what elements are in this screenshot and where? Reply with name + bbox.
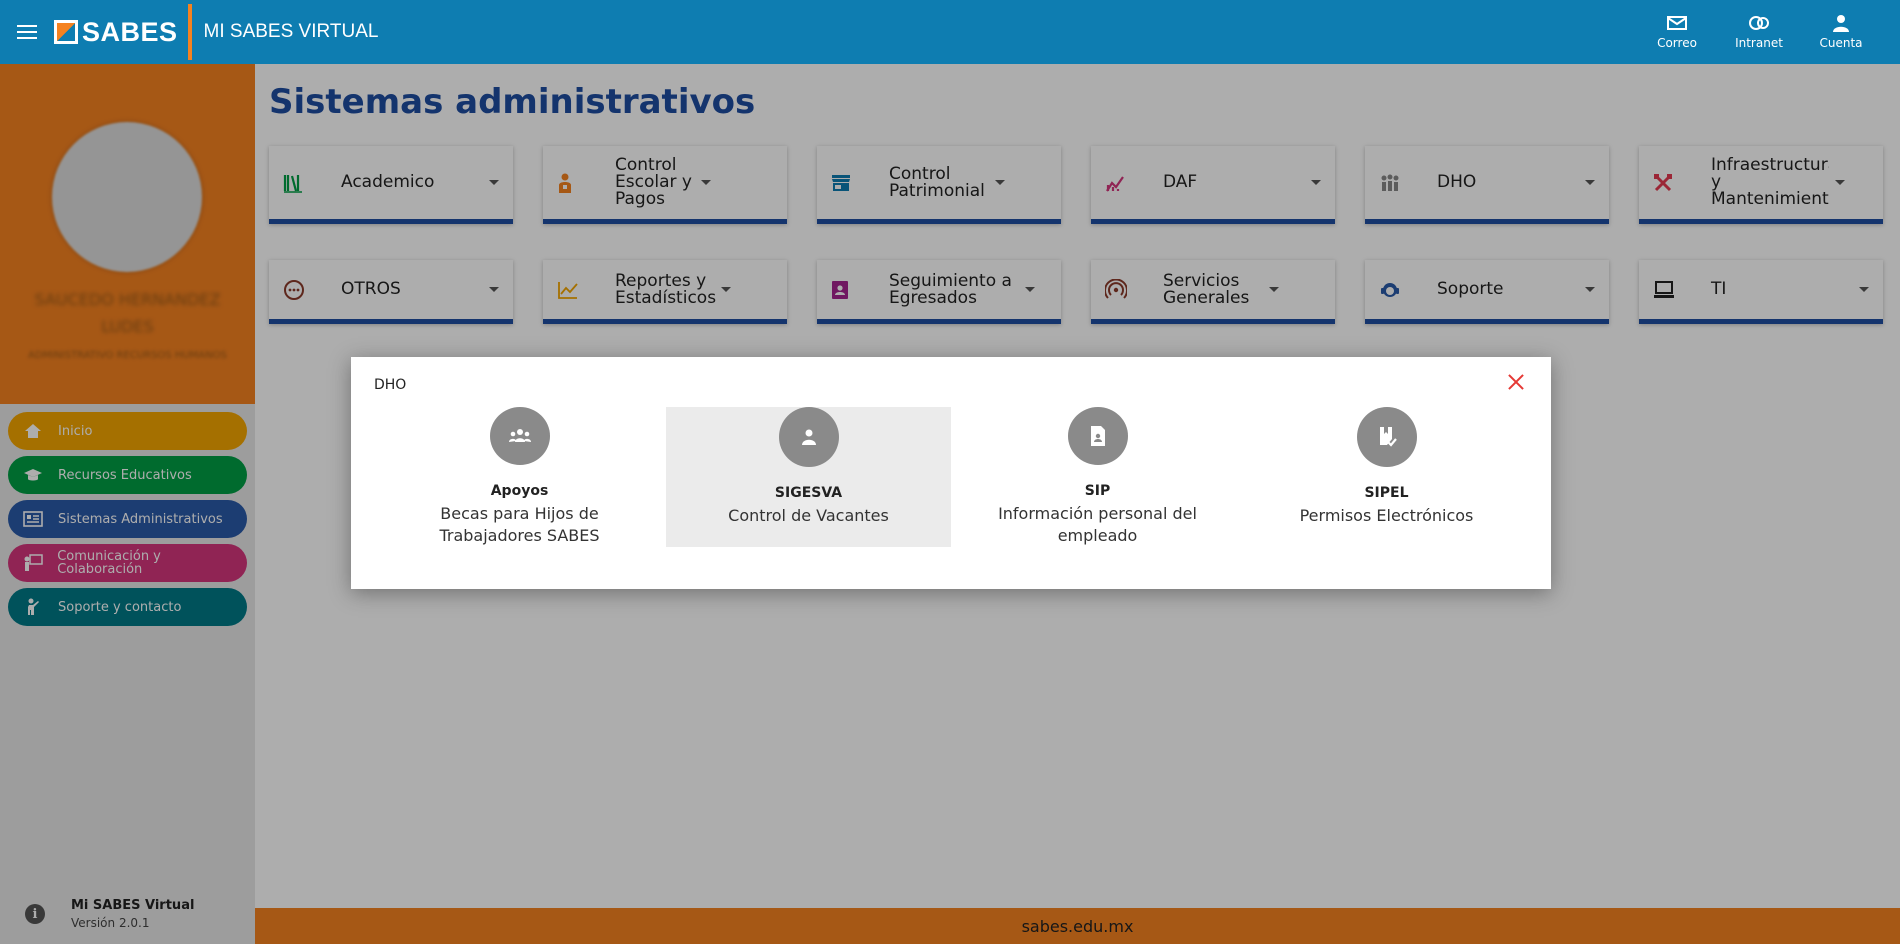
option-name: SIP: [1084, 483, 1111, 499]
option-apoyos[interactable]: Apoyos Becas para Hijos de Trabajadores …: [375, 407, 664, 547]
close-icon[interactable]: [1507, 373, 1525, 391]
option-sip[interactable]: SIP Información personal del empleado: [953, 407, 1242, 547]
menu-icon[interactable]: [0, 0, 54, 64]
account-label: Cuenta: [1819, 36, 1863, 50]
option-name: Apoyos: [490, 483, 549, 499]
book-check-icon: [1356, 407, 1417, 467]
logo-mark: [54, 20, 78, 44]
option-desc: Becas para Hijos de Trabajadores SABES: [439, 504, 600, 545]
account-icon: [1830, 14, 1852, 32]
modal-title: DHO: [374, 377, 407, 393]
modal-options: Apoyos Becas para Hijos de Trabajadores …: [375, 407, 1531, 547]
account-button[interactable]: Cuenta: [1800, 0, 1882, 64]
intranet-label: Intranet: [1735, 36, 1783, 50]
option-desc: Permisos Electrónicos: [1299, 506, 1474, 525]
logo[interactable]: SABES: [54, 0, 178, 64]
dho-modal: DHO Apoyos Becas para Hijos de Trabajado…: [351, 357, 1551, 589]
option-name: SIPEL: [1364, 485, 1409, 501]
app-title: MI SABES VIRTUAL: [203, 21, 379, 42]
top-bar: SABES MI SABES VIRTUAL Correo Intranet C…: [0, 0, 1900, 64]
option-desc: Control de Vacantes: [728, 506, 889, 525]
mail-icon: [1666, 14, 1688, 32]
mail-button[interactable]: Correo: [1636, 0, 1718, 64]
option-sigesva[interactable]: SIGESVA Control de Vacantes: [666, 407, 951, 547]
group-icon: [489, 407, 550, 465]
logo-divider: [187, 4, 192, 60]
document-person-icon: [1067, 407, 1128, 465]
intranet-icon: [1748, 14, 1770, 32]
person-icon: [778, 407, 839, 467]
top-actions: Correo Intranet Cuenta: [1636, 0, 1882, 64]
logo-text: SABES: [82, 16, 178, 47]
option-name: SIGESVA: [774, 485, 843, 501]
mail-label: Correo: [1657, 36, 1697, 50]
option-sipel[interactable]: SIPEL Permisos Electrónicos: [1242, 407, 1531, 547]
option-desc: Información personal del empleado: [998, 504, 1197, 545]
intranet-button[interactable]: Intranet: [1718, 0, 1800, 64]
